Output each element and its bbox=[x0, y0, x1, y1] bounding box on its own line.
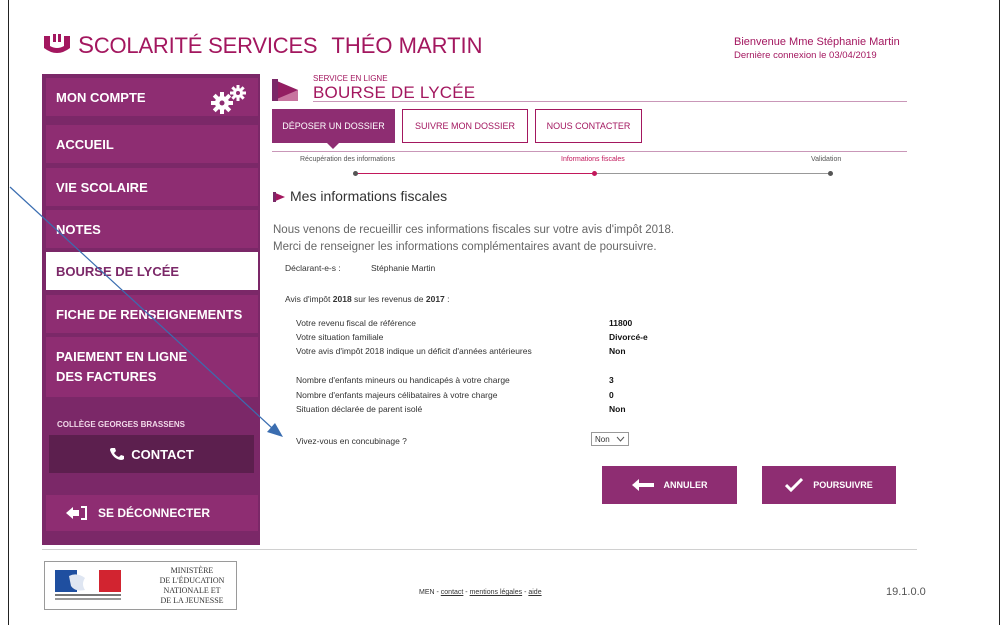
ministry-line: MINISTÈRE bbox=[170, 566, 214, 575]
ministry-line: NATIONALE ET bbox=[163, 586, 221, 595]
ministry-line: DE LA JEUNESSE bbox=[160, 596, 224, 605]
footer-divider bbox=[42, 549, 917, 550]
ministry-line: DE L'ÉDUCATION bbox=[159, 576, 225, 585]
footer-men: MEN - bbox=[419, 589, 441, 596]
marianne-flag-icon bbox=[55, 570, 121, 600]
annotation-arrow-icon bbox=[9, 186, 283, 437]
footer-legal-link[interactable]: mentions légales bbox=[470, 589, 523, 596]
ministry-logo[interactable]: MINISTÈRE DE L'ÉDUCATION NATIONALE ET DE… bbox=[44, 561, 237, 610]
footer-contact-link[interactable]: contact bbox=[441, 589, 464, 596]
ministry-text: MINISTÈRE DE L'ÉDUCATION NATIONALE ET DE… bbox=[149, 566, 235, 606]
footer-links: MEN - contact - mentions légales - aide bbox=[419, 589, 542, 596]
version-number: 19.1.0.0 bbox=[886, 586, 926, 598]
footer-help-link[interactable]: aide bbox=[528, 589, 541, 596]
